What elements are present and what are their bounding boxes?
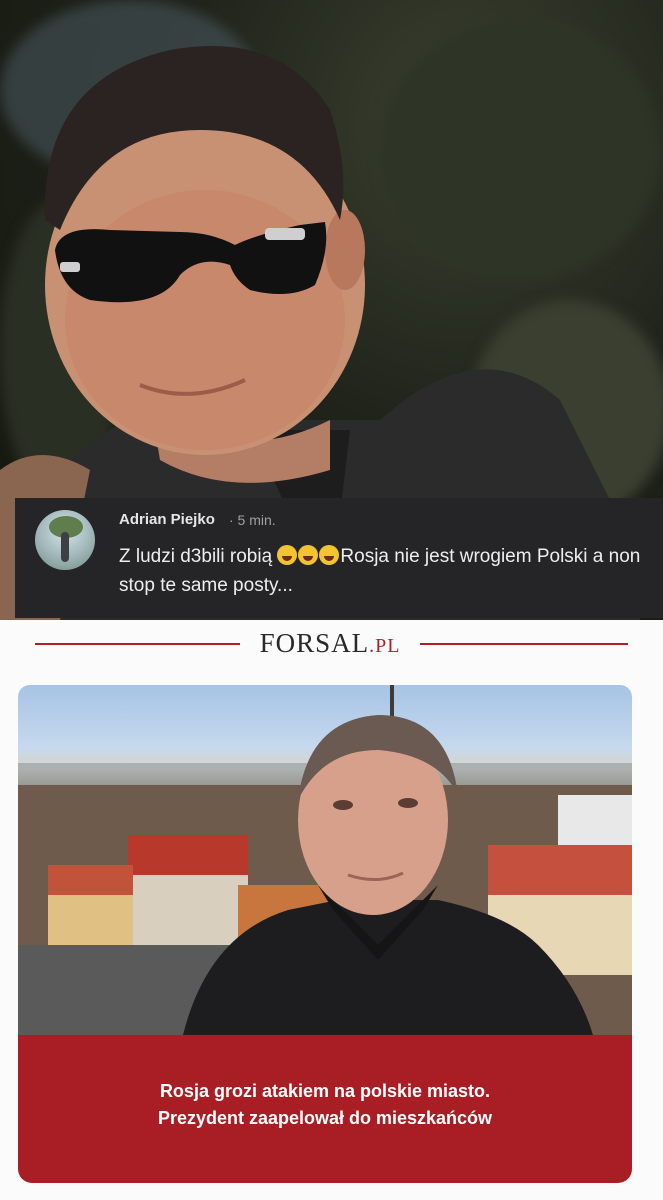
brand-suffix: .PL	[369, 635, 401, 657]
comment-author[interactable]: Adrian Piejko	[119, 511, 215, 528]
brand-name: FORSAL	[259, 628, 370, 658]
avatar[interactable]	[35, 510, 95, 570]
headline[interactable]: Rosja grozi atakiem na polskie miasto. P…	[30, 1078, 620, 1132]
headline-line-1: Rosja grozi atakiem na polskie miasto.	[159, 1081, 491, 1101]
rofl-emoji	[319, 545, 340, 565]
divider-left	[35, 643, 240, 645]
article-image[interactable]	[18, 685, 632, 1035]
brand-logo: FORSAL.PL	[255, 628, 405, 659]
official-portrait	[183, 715, 593, 1035]
rofl-emoji	[298, 545, 319, 565]
comment-card: Adrian Piejko · 5 min. Z ludzi d3bili ro…	[15, 498, 663, 618]
comment-text: Z ludzi d3bili robią Rosja nie jest wrog…	[119, 542, 649, 600]
divider-right	[420, 643, 628, 645]
comment-text-before: Z ludzi d3bili robią	[119, 546, 278, 567]
rofl-emoji	[277, 545, 298, 565]
comment-time[interactable]: · 5 min.	[229, 512, 276, 528]
headline-line-2: Prezydent zaapelował do mieszkańców	[157, 1108, 493, 1128]
